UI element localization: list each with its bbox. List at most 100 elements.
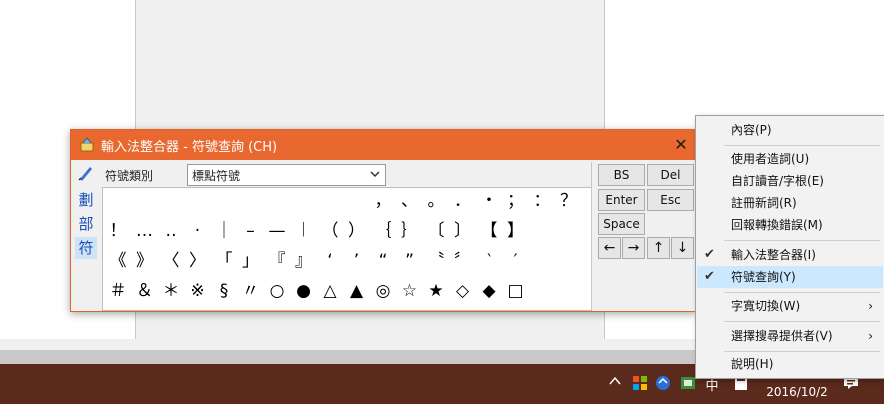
symbol-cell[interactable]: ☆ — [397, 278, 423, 304]
symbol-cell[interactable]: ＆ — [132, 278, 158, 304]
symbol-cell[interactable]: 〞 — [450, 248, 476, 274]
symbol-cell[interactable]: ◇ — [450, 278, 476, 304]
side-item-stroke[interactable]: 劃 — [75, 189, 97, 211]
title-bar[interactable]: 輸入法整合器 - 符號查詢 (CH) ✕ — [71, 130, 696, 160]
symbol-cell[interactable]: ” — [397, 248, 423, 274]
menu-item-label: 符號查詢(Y) — [731, 270, 796, 284]
date-text[interactable]: 2016/10/2 — [760, 385, 834, 399]
menu-item-label: 說明(H) — [731, 357, 774, 371]
symbol-cell[interactable]: ★ — [423, 278, 449, 304]
symbol-cell[interactable]: ？ — [556, 188, 582, 214]
menu-item-properties[interactable]: 內容(P) — [697, 119, 883, 141]
up-arrow-key[interactable]: ↑ — [647, 237, 670, 259]
menu-separator — [724, 145, 880, 146]
symbol-cell[interactable]: § — [211, 278, 237, 304]
symbol-cell[interactable]: □ — [503, 278, 529, 304]
symbol-cell[interactable]: ｛ — [370, 218, 396, 244]
symbol-cell[interactable]: – — [238, 218, 264, 244]
menu-item-report-error[interactable]: 回報轉換錯誤(M) — [697, 214, 883, 236]
symbol-cell[interactable]: 〕 — [450, 218, 476, 244]
symbol-cell[interactable]: ． — [450, 188, 476, 214]
side-item-symbol[interactable]: 符 — [75, 237, 97, 259]
symbol-cell[interactable]: 【 — [476, 218, 502, 244]
symbol-cell[interactable]: 」 — [238, 248, 264, 274]
ime-app-icon — [79, 137, 95, 153]
menu-item-label: 內容(P) — [731, 123, 772, 137]
symbol-cell[interactable]: 】 — [503, 218, 529, 244]
menu-item-custom-reading[interactable]: 自訂讀音/字根(E) — [697, 170, 883, 192]
symbol-cell[interactable]: 〔 — [423, 218, 449, 244]
menu-separator — [724, 351, 880, 352]
app-tray-icon[interactable] — [632, 375, 648, 391]
symbol-cell[interactable]: 』 — [291, 248, 317, 274]
menu-item-label: 自訂讀音/字根(E) — [731, 174, 824, 188]
symbol-cell[interactable]: ○ — [264, 278, 290, 304]
category-dropdown-value: 標點符號 — [192, 169, 241, 183]
symbol-cell[interactable]: ・ — [476, 188, 502, 214]
symbol-cell[interactable]: 〉 — [185, 248, 211, 274]
symbol-cell[interactable]: 。 — [423, 188, 449, 214]
symbol-cell[interactable]: ◆ — [476, 278, 502, 304]
show-hidden-icons-chevron-icon[interactable] — [608, 375, 622, 390]
symbol-cell[interactable]: ＊ — [158, 278, 184, 304]
symbol-cell[interactable]: “ — [370, 248, 396, 274]
down-arrow-key[interactable]: ↓ — [671, 237, 694, 259]
symbol-cell[interactable]: 》 — [132, 248, 158, 274]
symbol-cell[interactable]: （ — [317, 218, 343, 244]
symbol-cell[interactable]: 、 — [397, 188, 423, 214]
symbol-cell[interactable]: ｝ — [397, 218, 423, 244]
space-key[interactable]: Space — [598, 213, 645, 235]
symbol-cell[interactable]: ’ — [344, 248, 370, 274]
symbol-cell[interactable]: ｜ — [211, 218, 237, 244]
symbol-cell[interactable]: 「 — [211, 248, 237, 274]
menu-item-label: 字寬切換(W) — [731, 299, 801, 313]
handwriting-pen-icon[interactable] — [77, 164, 95, 182]
symbol-cell[interactable]: ， — [370, 188, 396, 214]
symbol-cell[interactable]: ◎ — [370, 278, 396, 304]
delete-key[interactable]: Del — [647, 164, 694, 186]
symbol-cell[interactable]: ‥ — [158, 218, 184, 244]
escape-key[interactable]: Esc — [647, 189, 694, 211]
menu-item-help[interactable]: 說明(H) — [697, 353, 883, 375]
symbol-cell[interactable]: ︱ — [291, 218, 317, 244]
symbol-cell[interactable]: 〝 — [423, 248, 449, 274]
symbol-cell[interactable]: … — [132, 218, 158, 244]
symbol-cell[interactable]: ： — [529, 188, 555, 214]
symbol-cell[interactable]: ● — [291, 278, 317, 304]
symbol-cell[interactable]: 〃 — [238, 278, 264, 304]
symbol-cell[interactable]: ▲ — [344, 278, 370, 304]
menu-item-user-phrase[interactable]: 使用者造詞(U) — [697, 148, 883, 170]
menu-item-symbol-lookup[interactable]: ✔ 符號查詢(Y) — [697, 266, 883, 288]
symbol-cell[interactable]: ） — [344, 218, 370, 244]
symbol-cell[interactable]: — — [264, 218, 290, 244]
right-arrow-key[interactable]: → — [622, 237, 645, 259]
menu-item-register-word[interactable]: 註冊新詞(R) — [697, 192, 883, 214]
symbol-cell[interactable]: ‘ — [317, 248, 343, 274]
symbol-cell[interactable]: △ — [317, 278, 343, 304]
menu-item-search-provider[interactable]: 選擇搜尋提供者(V) › — [697, 325, 883, 347]
symbol-cell[interactable]: 『 — [264, 248, 290, 274]
left-arrow-key[interactable]: ← — [598, 237, 621, 259]
backspace-key[interactable]: BS — [598, 164, 645, 186]
symbol-cell[interactable]: ‵ — [476, 248, 502, 274]
menu-separator — [724, 240, 880, 241]
enter-key[interactable]: Enter — [598, 189, 645, 211]
symbol-cell[interactable]: 〈 — [158, 248, 184, 274]
side-item-radical[interactable]: 部 — [75, 213, 97, 235]
menu-item-label: 註冊新詞(R) — [731, 196, 797, 210]
category-label: 符號類別 — [105, 169, 154, 183]
security-icon[interactable] — [680, 375, 696, 391]
symbol-cell[interactable]: ！ — [105, 218, 131, 244]
symbol-cell[interactable]: ； — [503, 188, 529, 214]
menu-item-width-toggle[interactable]: 字寬切換(W) › — [697, 295, 883, 317]
symbol-cell[interactable]: ※ — [185, 278, 211, 304]
symbol-cell[interactable]: 《 — [105, 248, 131, 274]
network-app-icon[interactable] — [655, 375, 671, 391]
symbol-cell[interactable]: · — [185, 218, 211, 244]
ime-context-menu: 內容(P) 使用者造詞(U) 自訂讀音/字根(E) 註冊新詞(R) 回報轉換錯誤… — [695, 115, 884, 379]
menu-item-ime-pad[interactable]: ✔ 輸入法整合器(I) — [697, 244, 883, 266]
close-button[interactable]: ✕ — [669, 133, 693, 157]
symbol-cell[interactable]: ＃ — [105, 278, 131, 304]
category-dropdown[interactable]: 標點符號 — [187, 164, 386, 186]
symbol-cell[interactable]: ′ — [503, 248, 529, 274]
